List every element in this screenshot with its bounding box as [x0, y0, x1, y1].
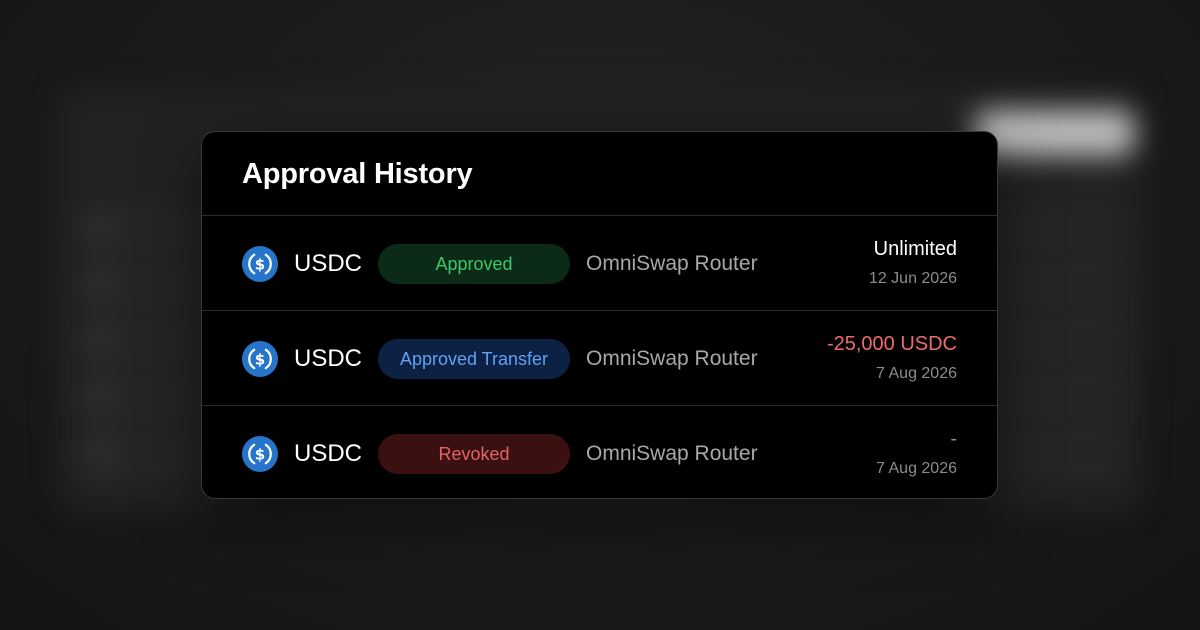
usdc-icon: $: [242, 436, 278, 472]
approval-amount: Unlimited: [873, 238, 957, 260]
token-name: USDC: [294, 345, 363, 372]
card-title: Approval History: [242, 158, 473, 190]
approval-date: 7 Aug 2026: [876, 460, 957, 477]
status-badge: Revoked: [378, 434, 570, 474]
usdc-icon: $: [242, 246, 278, 282]
card-header: Approval History: [202, 132, 997, 216]
status-badge: Approved Transfer: [378, 339, 570, 379]
approval-row[interactable]: $ USDC Approved Transfer OmniSwap Router…: [202, 311, 997, 406]
approval-amount: -25,000 USDC: [826, 333, 957, 355]
background-avatar: [86, 272, 114, 300]
spender-name: OmniSwap Router: [586, 252, 758, 275]
background-avatar: [86, 328, 114, 356]
approval-row[interactable]: $ USDC Revoked OmniSwap Router - 7 Aug 2…: [202, 406, 997, 498]
token-name: USDC: [294, 440, 363, 467]
approval-row[interactable]: $ USDC Approved OmniSwap Router Unlimite…: [202, 216, 997, 311]
approval-history-card: Approval History $ USDC Approved OmniSwa…: [201, 131, 998, 499]
background-avatar: [86, 216, 114, 244]
screen: Approval History $ USDC Approved OmniSwa…: [0, 0, 1200, 630]
approval-date: 7 Aug 2026: [876, 365, 957, 382]
token-name: USDC: [294, 250, 363, 277]
spender-name: OmniSwap Router: [586, 347, 758, 370]
background-avatar: [86, 384, 114, 412]
approval-date: 12 Jun 2026: [868, 270, 957, 287]
usdc-icon: $: [242, 341, 278, 377]
status-badge: Approved: [378, 244, 570, 284]
spender-name: OmniSwap Router: [586, 442, 758, 465]
approval-amount: -: [950, 428, 957, 450]
background-avatar: [86, 440, 114, 468]
svg-text:$: $: [255, 351, 265, 369]
svg-text:$: $: [255, 446, 265, 464]
svg-text:$: $: [255, 256, 265, 274]
background-button: [975, 110, 1135, 156]
